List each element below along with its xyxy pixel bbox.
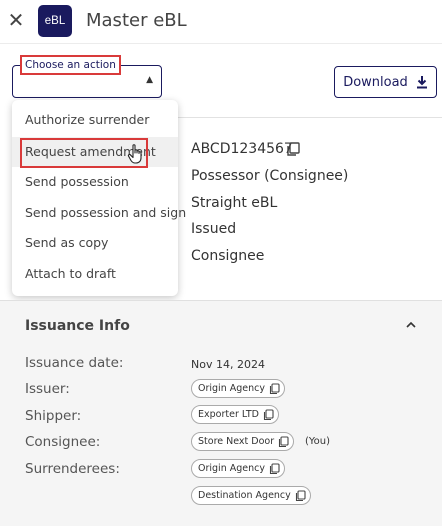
status-value: Issued bbox=[191, 221, 237, 237]
surrenderee-chip: Destination Agency bbox=[191, 486, 311, 505]
issuance-divider bbox=[0, 300, 442, 301]
consignee-chip-label: Store Next Door bbox=[198, 436, 275, 447]
copy-icon[interactable] bbox=[278, 435, 289, 448]
action-menu: Authorize surrender Request amendment Se… bbox=[12, 100, 186, 296]
shipper-chip-label: Exporter LTD bbox=[198, 409, 259, 420]
download-icon bbox=[416, 76, 427, 89]
surrenderee-chip-label: Origin Agency bbox=[198, 463, 265, 474]
copy-icon[interactable] bbox=[269, 462, 280, 475]
copy-icon[interactable] bbox=[295, 489, 306, 502]
you-tag: (You) bbox=[305, 436, 331, 447]
menu-item-send-possession[interactable]: Send possession bbox=[12, 167, 178, 197]
page-title: Master eBL bbox=[86, 10, 187, 31]
surrenderees-label: Surrenderees: bbox=[25, 461, 120, 477]
shipper-chip: Exporter LTD bbox=[191, 405, 279, 424]
issuance-date-label: Issuance date: bbox=[25, 355, 124, 371]
chevron-up-icon: ▲ bbox=[146, 75, 153, 85]
download-button[interactable]: Download bbox=[334, 66, 437, 98]
copy-icon[interactable] bbox=[286, 142, 300, 157]
app-badge: eBL bbox=[38, 5, 72, 37]
details-divider bbox=[178, 117, 442, 118]
issuer-label: Issuer: bbox=[25, 381, 70, 397]
surrenderee-chip-label: Destination Agency bbox=[198, 490, 291, 501]
close-icon[interactable]: ✕ bbox=[6, 9, 26, 31]
menu-item-attach-to-draft[interactable]: Attach to draft bbox=[12, 259, 178, 289]
menu-item-send-as-copy[interactable]: Send as copy bbox=[12, 228, 178, 258]
ebl-type-value: Straight eBL bbox=[191, 195, 278, 211]
copy-icon[interactable] bbox=[269, 382, 280, 395]
consignee-label: Consignee: bbox=[25, 434, 101, 450]
possessor-value: Possessor (Consignee) bbox=[191, 168, 349, 184]
issuance-date-value: Nov 14, 2024 bbox=[191, 358, 265, 371]
menu-item-send-possession-and-sign[interactable]: Send possession and sign bbox=[12, 198, 186, 228]
role-value: Consignee bbox=[191, 248, 265, 264]
document-number: ABCD1234567 bbox=[191, 141, 293, 157]
issuance-title: Issuance Info bbox=[25, 318, 130, 334]
action-select-label: Choose an action bbox=[20, 55, 121, 75]
header-divider bbox=[0, 43, 442, 44]
issuer-chip-label: Origin Agency bbox=[198, 383, 265, 394]
issuer-chip: Origin Agency bbox=[191, 379, 285, 398]
surrenderee-chip: Origin Agency bbox=[191, 459, 285, 478]
menu-item-authorize-surrender[interactable]: Authorize surrender bbox=[12, 105, 178, 135]
hand-cursor-icon bbox=[127, 144, 142, 164]
shipper-label: Shipper: bbox=[25, 408, 82, 424]
copy-icon[interactable] bbox=[263, 408, 274, 421]
collapse-chevron-icon[interactable] bbox=[404, 318, 418, 332]
consignee-chip: Store Next Door bbox=[191, 432, 295, 451]
download-button-label: Download bbox=[343, 74, 408, 90]
